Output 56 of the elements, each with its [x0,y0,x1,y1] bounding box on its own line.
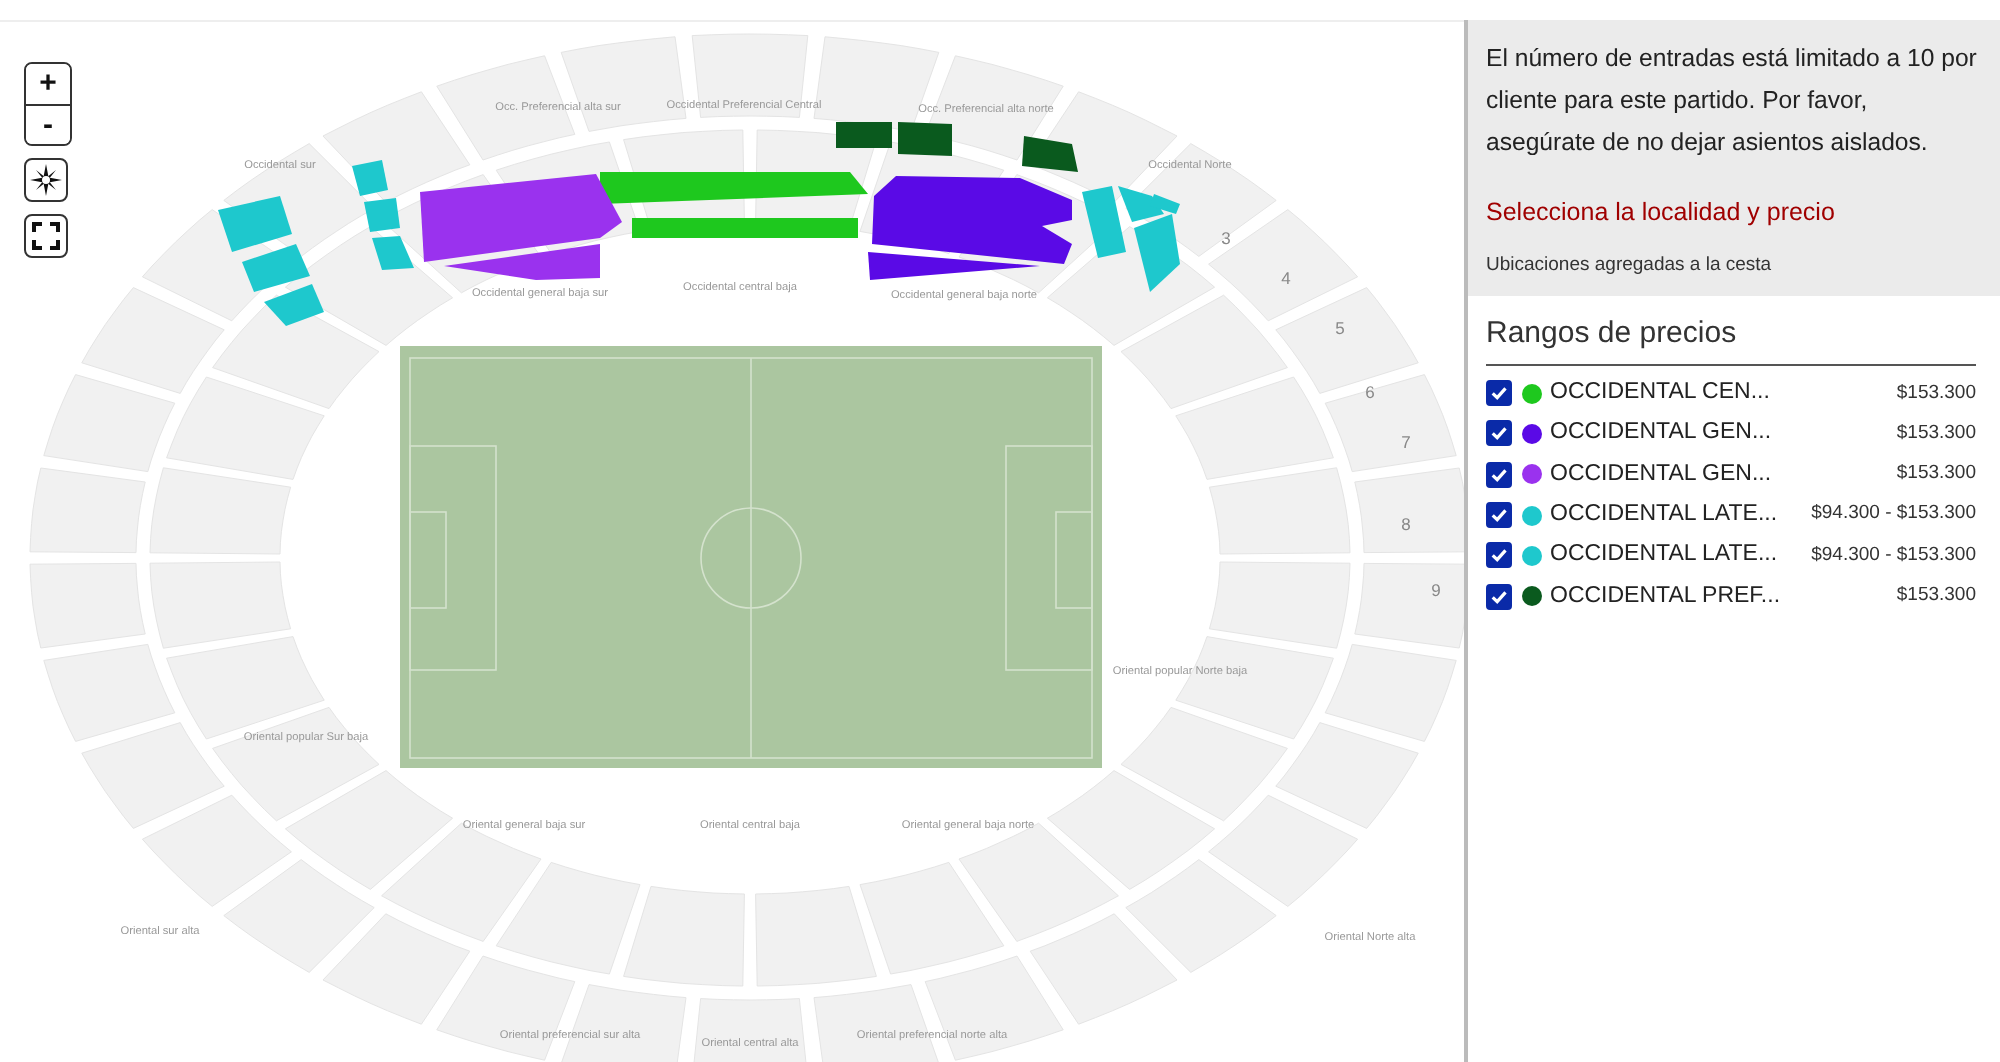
seating-section[interactable] [898,122,952,156]
seating-block [149,467,292,555]
seating-block [1324,643,1457,742]
seating-block [1275,287,1419,394]
seating-block [1354,562,1464,649]
checkbox[interactable] [1486,542,1512,569]
price-range-price: $153.300 [1896,582,1976,610]
seating-block [81,722,225,829]
seating-block [623,885,745,987]
seating-block [81,287,225,394]
price-range-name: OCCIDENTAL LATE... [1550,540,1778,571]
seating-section[interactable] [444,244,600,280]
seating-block [1324,374,1457,473]
price-ranges-title: Rangos de precios [1486,312,1976,365]
price-range-name: OCCIDENTAL PREF... [1550,581,1781,611]
basket-note: Ubicaciones agregadas a la cesta [1486,251,1774,280]
price-range-name: OCCIDENTAL CEN... [1550,378,1770,409]
zoom-out-button[interactable]: - [26,104,70,144]
seating-block [1208,467,1351,555]
seating-block [29,562,146,649]
checkbox[interactable] [1486,461,1512,488]
select-prompt: Selecciona la localidad y precio [1486,196,1837,230]
price-range-price: $153.300 [1896,419,1976,448]
fullscreen-icon [32,222,60,250]
price-range-name: OCCIDENTAL LATE... [1550,499,1778,530]
seating-section[interactable] [868,252,1040,280]
section-number: 3 [1221,228,1231,248]
price-range-name: OCCIDENTAL GEN... [1550,418,1772,449]
seating-block [43,374,176,473]
seating-block [1354,467,1464,554]
checkbox[interactable] [1486,420,1512,447]
compass-icon [30,164,62,196]
seating-block [755,885,877,987]
section-number: 6 [1365,382,1375,402]
seating-block [691,998,809,1062]
checkbox[interactable] [1486,380,1512,407]
section-number: 5 [1335,318,1345,338]
price-range-price: $153.300 [1896,379,1976,408]
seating-block [29,467,146,554]
price-range-price: $94.300 - $153.300 [1811,541,1976,570]
section-number: 7 [1401,432,1411,452]
section-number: 8 [1401,514,1411,534]
price-range-price: $153.300 [1896,460,1976,489]
section-number: 4 [1281,268,1291,288]
seating-block [43,643,176,742]
fullscreen-button[interactable] [24,214,68,258]
seating-block [1275,722,1419,829]
seating-block [149,561,292,649]
ticket-limit-notice: El número de entradas está limitado a 10 por cliente para este partido. Por favor, asegúrate de no dejar asientos aislados. [1486,42,1979,160]
checkbox[interactable] [1486,502,1512,529]
recenter-button[interactable] [24,158,68,202]
price-range-price: $94.300 - $153.300 [1811,500,1976,529]
section-number: 9 [1431,580,1441,600]
seating-block [1208,561,1351,649]
checkbox[interactable] [1486,583,1512,610]
price-range-name: OCCIDENTAL GEN... [1550,459,1772,490]
